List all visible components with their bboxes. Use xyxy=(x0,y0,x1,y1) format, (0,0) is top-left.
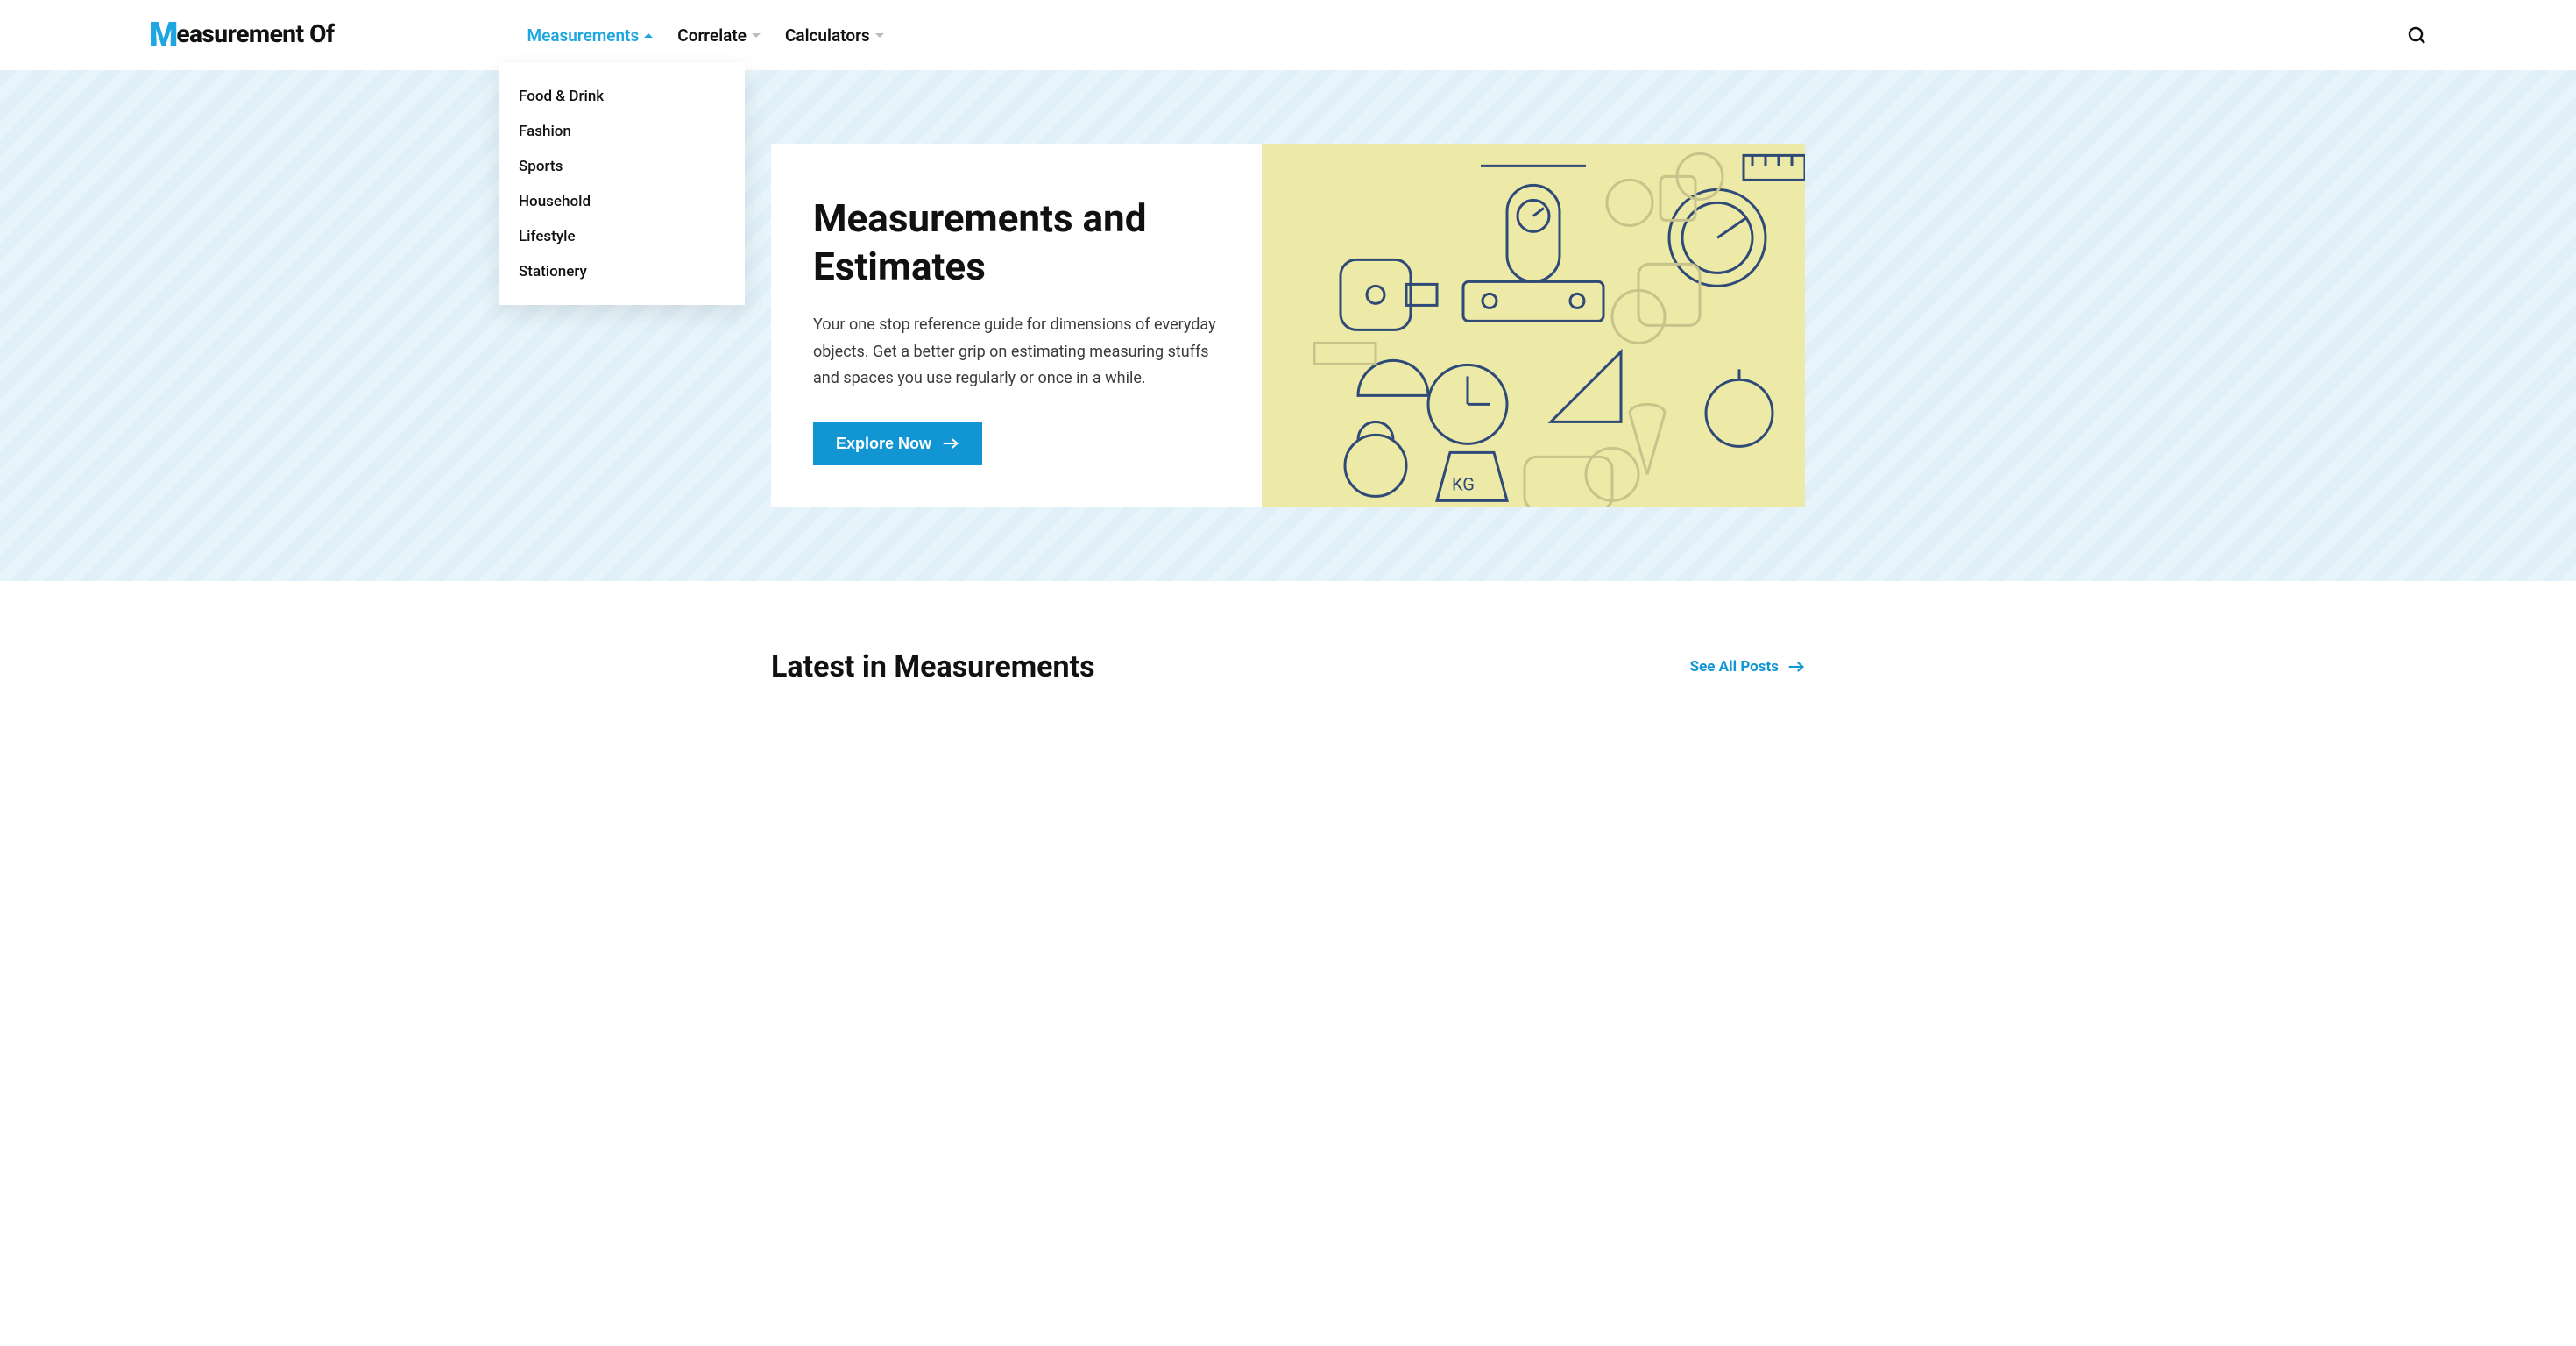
hero-text-card: Measurements and Estimates Your one stop… xyxy=(771,144,1262,507)
arrow-right-icon xyxy=(942,437,959,450)
nav-item-calculators[interactable]: Calculators xyxy=(785,25,884,46)
dropdown-item-household[interactable]: Household xyxy=(499,184,745,219)
chevron-up-icon xyxy=(644,33,653,38)
search-button[interactable] xyxy=(2406,25,2427,46)
top-nav: Measurement Of Measurements Correlate Ca… xyxy=(0,0,2576,70)
chevron-down-icon xyxy=(752,33,761,38)
dropdown-item-sports[interactable]: Sports xyxy=(499,149,745,184)
measurements-dropdown: Food & Drink Fashion Sports Household Li… xyxy=(499,63,745,305)
nav-label: Calculators xyxy=(785,25,870,46)
latest-section: Latest in Measurements See All Posts xyxy=(771,581,1805,711)
site-logo[interactable]: Measurement Of xyxy=(149,16,334,54)
chevron-down-icon xyxy=(875,33,884,38)
hero-description: Your one stop reference guide for dimens… xyxy=(813,312,1220,393)
measurement-tools-illustration: KG xyxy=(1262,144,1805,507)
dropdown-item-lifestyle[interactable]: Lifestyle xyxy=(499,219,745,254)
primary-nav: Measurements Correlate Calculators xyxy=(527,25,883,46)
hero-title: Measurements and Estimates xyxy=(813,195,1220,291)
nav-item-correlate[interactable]: Correlate xyxy=(677,25,761,46)
search-icon xyxy=(2406,25,2427,46)
see-all-label: See All Posts xyxy=(1690,658,1779,676)
nav-label: Measurements xyxy=(527,25,639,46)
nav-label: Correlate xyxy=(677,25,747,46)
arrow-right-icon xyxy=(1787,661,1805,673)
logo-letter-m: M xyxy=(149,16,176,54)
dropdown-item-stationery[interactable]: Stationery xyxy=(499,254,745,289)
svg-text:KG: KG xyxy=(1452,473,1475,494)
latest-heading: Latest in Measurements xyxy=(771,649,1095,684)
logo-rest: easurement Of xyxy=(176,19,334,48)
dropdown-item-food-drink[interactable]: Food & Drink xyxy=(499,79,745,114)
hero-inner: Measurements and Estimates Your one stop… xyxy=(771,144,1805,507)
see-all-posts-link[interactable]: See All Posts xyxy=(1690,658,1805,676)
hero-illustration: KG xyxy=(1262,144,1805,507)
cta-label: Explore Now xyxy=(836,435,931,453)
nav-item-measurements[interactable]: Measurements xyxy=(527,25,653,46)
hero-section: Measurements and Estimates Your one stop… xyxy=(0,70,2576,581)
dropdown-item-fashion[interactable]: Fashion xyxy=(499,114,745,149)
explore-now-button[interactable]: Explore Now xyxy=(813,422,982,465)
